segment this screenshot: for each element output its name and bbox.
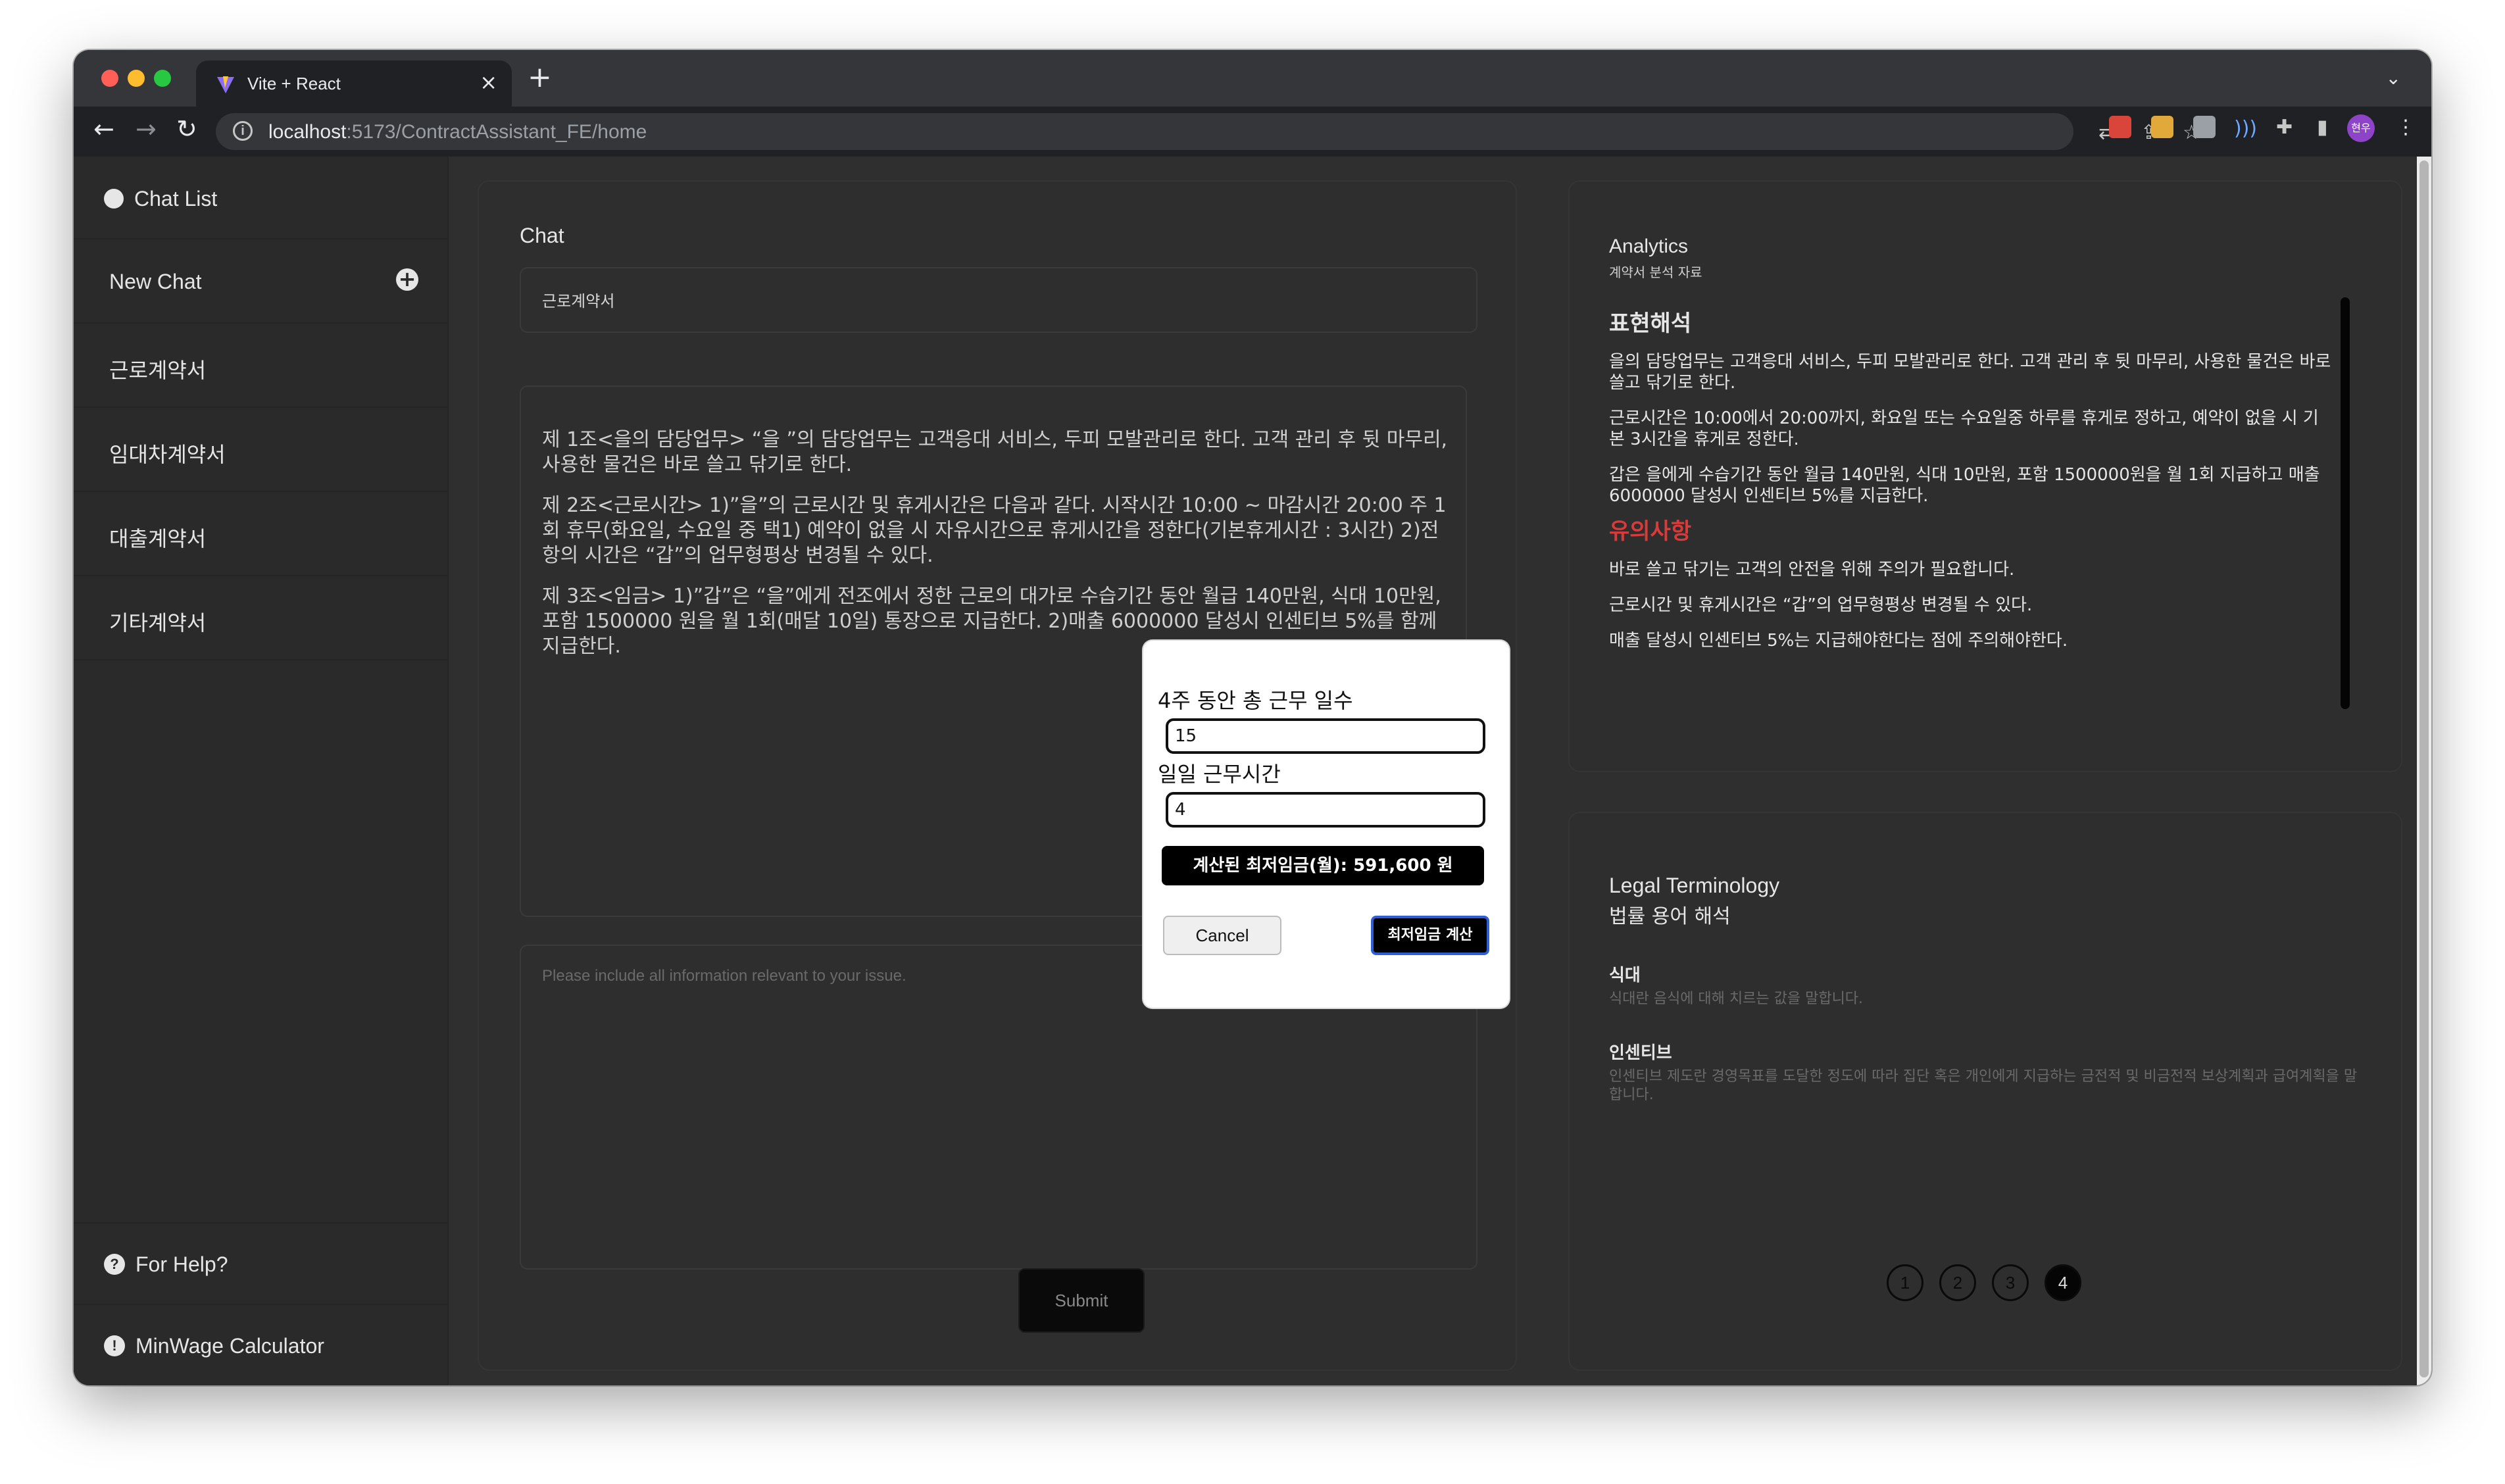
issue-input-placeholder: Please include all information relevant … — [542, 967, 906, 985]
calculate-minwage-button[interactable]: 최저임금 계산 — [1371, 916, 1489, 955]
page-scrollbar-thumb[interactable] — [2419, 161, 2429, 1377]
new-chat-label: New Chat — [109, 270, 202, 293]
term-name: 인센티브 — [1609, 1043, 1672, 1063]
caution-heading: 유의사항 — [1609, 518, 1692, 545]
daily-hours-label: 일일 근무시간 — [1158, 762, 1281, 787]
chat-title: Chat — [520, 224, 564, 247]
tab-strip: Vite + React × + ⌄ — [74, 50, 2431, 107]
term-item: 인센티브 인센티브 제도란 경영목표를 도달한 정도에 따라 집단 혹은 개인에… — [1609, 1039, 2359, 1104]
sidebar-item-loan-contract[interactable]: 대출계약서 — [74, 491, 447, 575]
forward-icon[interactable]: → — [136, 114, 157, 143]
browser-window: Vite + React × + ⌄ ← → ↻ i localhost:517… — [74, 50, 2431, 1385]
work-days-input[interactable]: 15 — [1166, 718, 1485, 754]
caution-item: 바로 쓸고 닦기는 고객의 안전을 위해 주의가 필요합니다. — [1609, 560, 2015, 580]
caution-item: 매출 달성시 인센티브 5%는 지급해야한다는 점에 주의해야한다. — [1609, 631, 2068, 651]
sidebar-item-label: 대출계약서 — [109, 527, 207, 551]
url-text: localhost:5173/ContractAssistant_FE/home — [268, 121, 647, 143]
help-label: For Help? — [136, 1252, 228, 1276]
caution-item: 근로시간 및 휴게시간은 “갑”의 업무형평상 변경될 수 있다. — [1609, 595, 2033, 615]
tab-list-icon[interactable]: ⌄ — [2386, 67, 2401, 89]
sidebar: Chat List New Chat + 근로계약서 임대차계약서 대출계약서 … — [74, 157, 449, 1385]
page-scrollbar[interactable] — [2417, 157, 2431, 1385]
minwage-calculator-button[interactable]: ! MinWage Calculator — [74, 1304, 447, 1385]
interpretation-heading: 표현해석 — [1609, 310, 1692, 337]
interpretation-item: 갑은 을에게 수습기간 동안 월급 140만원, 식대 10만원, 포함 150… — [1609, 465, 2320, 506]
address-bar[interactable]: i localhost:5173/ContractAssistant_FE/ho… — [216, 113, 2200, 150]
legal-subtitle: 법률 용어 해석 — [1609, 905, 1731, 928]
analytics-scrollbar[interactable] — [2341, 297, 2350, 709]
chat-bubble-icon — [104, 189, 124, 209]
sidebar-item-other-contract[interactable]: 기타계약서 — [74, 575, 447, 659]
audio-extension-icon[interactable]: ))) — [2234, 117, 2257, 140]
profile-avatar[interactable]: 현우 — [2347, 114, 2375, 142]
cancel-button[interactable]: Cancel — [1163, 916, 1281, 955]
info-icon: ! — [104, 1335, 125, 1356]
minimize-window-button[interactable] — [128, 70, 145, 87]
add-icon: + — [396, 268, 418, 291]
page-button-4[interactable]: 4 — [2045, 1264, 2081, 1301]
side-panel-icon[interactable]: ▮ — [2317, 116, 2328, 139]
back-icon[interactable]: ← — [93, 114, 114, 143]
tab-close-icon[interactable]: × — [480, 70, 497, 95]
interpretation-item: 근로시간은 10:00에서 20:00까지, 화요일 또는 수요일중 하루를 휴… — [1609, 408, 2319, 449]
browser-toolbar: ← → ↻ i localhost:5173/ContractAssistant… — [74, 107, 2431, 157]
daily-hours-input[interactable]: 4 — [1166, 792, 1485, 828]
legal-terminology-panel: Legal Terminology 법률 용어 해석 식대 식대란 음식에 대해… — [1568, 812, 2402, 1371]
vite-logo-icon — [217, 76, 234, 93]
question-icon: ? — [104, 1254, 125, 1275]
submit-button[interactable]: Submit — [1018, 1268, 1145, 1333]
contract-type-field[interactable]: 근로계약서 — [520, 267, 1477, 333]
reload-icon[interactable]: ↻ — [176, 114, 197, 143]
sidebar-item-label: 근로계약서 — [109, 359, 207, 382]
page-button-2[interactable]: 2 — [1939, 1264, 1976, 1301]
term-definition: 식대란 음식에 대해 치르는 값을 말합니다. — [1609, 991, 1864, 1007]
legal-title: Legal Terminology — [1609, 874, 1780, 897]
sidebar-divider — [74, 659, 447, 660]
sidebar-item-label: 기타계약서 — [109, 611, 207, 635]
chat-list-header: Chat List — [104, 187, 217, 211]
sidebar-item-lease-contract[interactable]: 임대차계약서 — [74, 407, 447, 491]
calculated-wage-result: 계산된 최저임금(월): 591,600 원 — [1162, 846, 1484, 885]
tab-title: Vite + React — [247, 74, 341, 93]
term-definition: 인센티브 제도란 경영목표를 도달한 정도에 따라 집단 혹은 개인에게 지급하… — [1609, 1068, 2358, 1103]
new-chat-button[interactable]: New Chat + — [74, 238, 447, 322]
extensions-puzzle-icon[interactable]: ✚ — [2276, 116, 2293, 139]
close-window-button[interactable] — [101, 70, 118, 87]
sidebar-item-labor-contract[interactable]: 근로계약서 — [74, 322, 447, 407]
analytics-panel: Analytics 계약서 분석 자료 표현해석 을의 담당업무는 고객응대 서… — [1568, 180, 2402, 772]
extension-3-icon[interactable] — [2193, 116, 2216, 138]
term-name: 식대 — [1609, 966, 1641, 985]
maximize-window-button[interactable] — [154, 70, 171, 87]
contract-paragraph: 제 1조<을의 담당업무> “을 ”의 담당업무는 고객응대 서비스, 두피 모… — [542, 428, 1448, 476]
site-info-icon[interactable]: i — [233, 121, 253, 141]
minwage-calculator-label: MinWage Calculator — [136, 1334, 324, 1358]
browser-tab[interactable]: Vite + React × — [196, 61, 512, 107]
extension-1-icon[interactable] — [2109, 116, 2131, 138]
sidebar-item-label: 임대차계약서 — [109, 443, 226, 466]
browser-menu-icon[interactable]: ⋮ — [2396, 116, 2416, 139]
analytics-subtitle: 계약서 분석 자료 — [1609, 264, 1702, 280]
contract-paragraph: 제 2조<근로시간> 1)”을”의 근로시간 및 휴게시간은 다음과 같다. 시… — [542, 494, 1447, 567]
new-tab-button[interactable]: + — [528, 61, 552, 94]
contract-text: 제 1조<을의 담당업무> “을 ”의 담당업무는 고객응대 서비스, 두피 모… — [542, 428, 1450, 675]
work-days-label: 4주 동안 총 근무 일수 — [1158, 688, 1353, 713]
term-item: 식대 식대란 음식에 대해 치르는 값을 말합니다. — [1609, 962, 2359, 1008]
extension-2-icon[interactable] — [2151, 116, 2173, 138]
page-button-3[interactable]: 3 — [1992, 1264, 2029, 1301]
interpretation-item: 을의 담당업무는 고객응대 서비스, 두피 모발관리로 한다. 고객 관리 후 … — [1609, 352, 2331, 393]
minwage-calculator-modal: 4주 동안 총 근무 일수 15 일일 근무시간 4 계산된 최저임금(월): … — [1143, 641, 1509, 1008]
page-button-1[interactable]: 1 — [1887, 1264, 1923, 1301]
analytics-title: Analytics — [1609, 235, 1689, 257]
help-button[interactable]: ? For Help? — [74, 1222, 447, 1304]
analytics-content: 표현해석 을의 담당업무는 고객응대 서비스, 두피 모발관리로 한다. 고객 … — [1609, 310, 2333, 666]
